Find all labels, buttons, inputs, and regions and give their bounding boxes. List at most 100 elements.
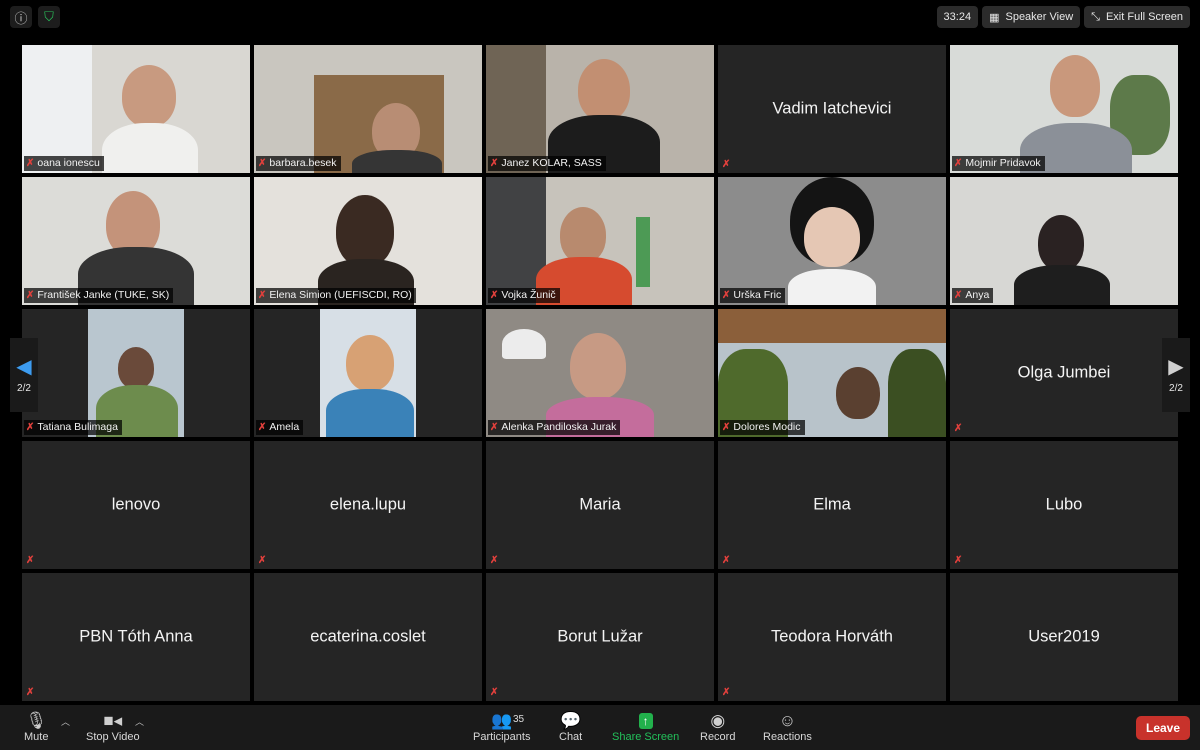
reactions-icon: ☺ — [778, 711, 797, 730]
participant-display-name: Maria — [579, 495, 621, 514]
video-feed — [254, 309, 482, 437]
muted-mic-icon: ✗ — [954, 423, 963, 434]
video-feed — [950, 45, 1178, 173]
participant-name: Dolores Modic — [733, 421, 801, 433]
chat-icon: 💬 — [560, 711, 582, 730]
participant-name: Vojka Žunič — [501, 289, 556, 301]
participant-tile[interactable]: ✗ Vojka Žunič — [486, 177, 714, 305]
top-left-icons: ⓘ ⛉ — [10, 6, 60, 28]
participant-tile[interactable]: ✗ Alenka Pandiloska Jurak — [486, 309, 714, 437]
participant-name-label: ✗ barbara.besek — [256, 156, 341, 171]
participant-name-label: ✗ Tatiana Bulimaga — [24, 420, 122, 435]
reactions-button[interactable]: ☺ Reactions — [763, 711, 812, 743]
muted-mic-icon: ✗ — [26, 290, 35, 301]
video-feed — [22, 177, 250, 305]
participant-tile[interactable]: ecaterina.coslet — [254, 573, 482, 701]
participant-tile[interactable]: elena.lupu ✗ — [254, 441, 482, 569]
microphone-icon: 🎙 — [25, 711, 48, 730]
participant-tile[interactable]: PBN Tóth Anna ✗ — [22, 573, 250, 701]
participant-tile[interactable]: ✗ Anya — [950, 177, 1178, 305]
reactions-label: Reactions — [763, 731, 812, 743]
muted-mic-icon: ✗ — [26, 158, 35, 169]
video-feed — [22, 309, 250, 437]
participant-name-label: ✗ oana ionescu — [24, 156, 104, 171]
shield-icon[interactable]: ⛉ — [38, 6, 60, 28]
participant-tile[interactable]: Olga Jumbei ✗ — [950, 309, 1178, 437]
participant-name: František Janke (TUKE, SK) — [37, 289, 170, 301]
participant-name: Janez KOLAR, SASS — [501, 157, 602, 169]
muted-mic-icon: ✗ — [722, 687, 731, 698]
participant-display-name: Vadim Iatchevici — [772, 99, 892, 118]
video-feed — [22, 45, 250, 173]
participant-tile[interactable]: Vadim Iatchevici ✗ — [718, 45, 946, 173]
participant-tile[interactable]: ✗ barbara.besek — [254, 45, 482, 173]
top-bar: ⓘ ⛉ 33:24 ▦ Speaker View ⤡ Exit Full Scr… — [0, 0, 1200, 34]
info-icon[interactable]: ⓘ — [10, 6, 32, 28]
participant-name: barbara.besek — [269, 157, 337, 169]
participant-tile[interactable]: Maria ✗ — [486, 441, 714, 569]
video-feed — [718, 177, 946, 305]
participant-tile[interactable]: ✗ Janez KOLAR, SASS — [486, 45, 714, 173]
participant-tile[interactable]: ✗ František Janke (TUKE, SK) — [22, 177, 250, 305]
exit-fullscreen-button[interactable]: ⤡ Exit Full Screen — [1084, 6, 1190, 28]
participant-tile[interactable]: ✗ Dolores Modic — [718, 309, 946, 437]
muted-mic-icon: ✗ — [722, 555, 731, 566]
muted-mic-icon: ✗ — [26, 555, 35, 566]
share-screen-button[interactable]: ↑ Share Screen — [612, 711, 679, 743]
share-screen-icon: ↑ — [638, 713, 653, 729]
chevron-left-icon: ◀ — [16, 355, 32, 378]
leave-button[interactable]: Leave — [1136, 716, 1190, 740]
participant-display-name: lenovo — [111, 495, 161, 514]
page-indicator-left: 2/2 — [17, 382, 31, 394]
muted-mic-icon: ✗ — [490, 555, 499, 566]
participant-name-label: ✗ Amela — [256, 420, 304, 435]
chevron-right-icon: ▶ — [1168, 355, 1184, 378]
participant-name-label: ✗ Janez KOLAR, SASS — [488, 156, 606, 171]
participant-display-name: Borut Lužar — [557, 627, 643, 646]
video-camera-icon: ■◂ — [103, 711, 123, 730]
participant-name-label: ✗ Urška Fric — [720, 288, 786, 303]
participant-name: Anya — [965, 289, 990, 301]
participant-tile[interactable]: ✗ Tatiana Bulimaga — [22, 309, 250, 437]
participant-name: Elena Simion (UEFISCDI, RO) — [269, 289, 412, 301]
participants-label: Participants — [473, 731, 531, 743]
participant-tile[interactable]: Borut Lužar ✗ — [486, 573, 714, 701]
video-feed — [486, 177, 714, 305]
exit-fullscreen-icon: ⤡ — [1091, 10, 1100, 23]
participant-tile[interactable]: ✗ Mojmir Pridavok — [950, 45, 1178, 173]
previous-page-button[interactable]: ◀ 2/2 — [10, 338, 38, 412]
muted-mic-icon: ✗ — [490, 290, 499, 301]
record-icon: ◉ — [710, 711, 726, 730]
next-page-button[interactable]: ▶ 2/2 — [1162, 338, 1190, 412]
video-feed — [254, 45, 482, 173]
speaker-view-label: Speaker View — [1005, 11, 1074, 23]
video-options-caret-icon[interactable]: ︿ — [135, 715, 144, 728]
chat-button[interactable]: 💬 Chat — [559, 711, 582, 743]
muted-mic-icon: ✗ — [722, 290, 731, 301]
participant-tile[interactable]: ✗ Urška Fric — [718, 177, 946, 305]
speaker-view-button[interactable]: ▦ Speaker View — [982, 6, 1081, 28]
participant-tile[interactable]: ✗ Amela — [254, 309, 482, 437]
participant-name-label: ✗ Elena Simion (UEFISCDI, RO) — [256, 288, 416, 303]
stop-video-button[interactable]: ■◂ Stop Video — [86, 711, 140, 743]
participant-display-name: elena.lupu — [329, 495, 407, 514]
participant-tile[interactable]: Teodora Horváth ✗ — [718, 573, 946, 701]
participant-tile[interactable]: User2019 — [950, 573, 1178, 701]
participant-tile[interactable]: lenovo ✗ — [22, 441, 250, 569]
participant-tile[interactable]: Elma ✗ — [718, 441, 946, 569]
stop-video-label: Stop Video — [86, 731, 140, 743]
video-feed — [718, 309, 946, 437]
muted-mic-icon: ✗ — [954, 290, 963, 301]
muted-mic-icon: ✗ — [26, 422, 35, 433]
record-button[interactable]: ◉ Record — [700, 711, 735, 743]
video-feed — [486, 309, 714, 437]
mute-button[interactable]: 🎙 Mute — [24, 711, 48, 743]
participant-tile[interactable]: Lubo ✗ — [950, 441, 1178, 569]
participant-display-name: Olga Jumbei — [1017, 363, 1111, 382]
participant-name-label: ✗ Anya — [952, 288, 994, 303]
participant-tile[interactable]: ✗ Elena Simion (UEFISCDI, RO) — [254, 177, 482, 305]
participant-display-name: PBN Tóth Anna — [79, 627, 193, 646]
video-feed — [254, 177, 482, 305]
participant-tile[interactable]: ✗ oana ionescu — [22, 45, 250, 173]
audio-options-caret-icon[interactable]: ︿ — [61, 715, 70, 728]
